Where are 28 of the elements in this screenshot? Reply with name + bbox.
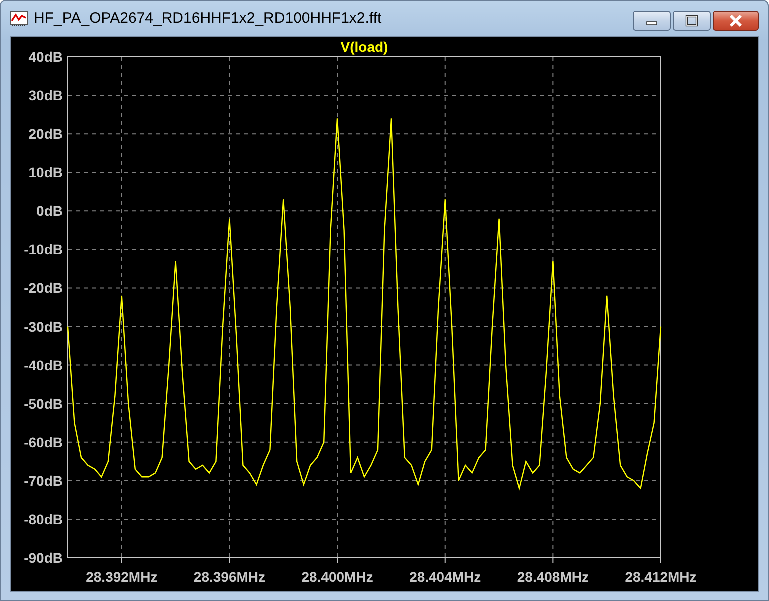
y-tick-label: -10dB [24,242,63,258]
y-tick-label: -40dB [24,357,63,374]
y-tick-label: 30dB [28,88,63,104]
y-tick-label: -60dB [24,434,63,450]
y-tick-label: -30dB [24,318,63,335]
y-tick-label: -70dB [24,472,63,489]
y-tick-label: 20dB [28,126,63,142]
trace-label: V(load) [340,39,388,55]
y-tick-label: 40dB [28,49,63,65]
y-tick-label: 0dB [36,203,63,220]
window-title: HF_PA_OPA2674_RD16HHF1x2_RD100HHF1x2.fft [34,10,383,27]
y-tick-label: -90dB [24,550,63,566]
maximize-icon [685,15,699,27]
maximize-button[interactable] [673,11,711,31]
y-tick-label: -50dB [24,396,63,412]
x-tick-label: 28.400MHz [302,569,374,585]
minimize-button[interactable] [633,11,671,31]
x-tick-label: 28.404MHz [410,569,482,585]
x-tick-label: 28.392MHz [86,569,158,585]
x-tick-label: 28.408MHz [517,569,589,585]
x-tick-label: 28.396MHz [194,569,266,585]
x-tick-label: 28.412MHz [625,569,697,585]
y-tick-label: 10dB [28,164,63,181]
close-icon [728,14,744,28]
y-tick-label: -20dB [24,280,63,296]
y-tick-label: -80dB [24,511,63,528]
close-button[interactable] [713,11,759,31]
waveform-icon [10,10,28,26]
